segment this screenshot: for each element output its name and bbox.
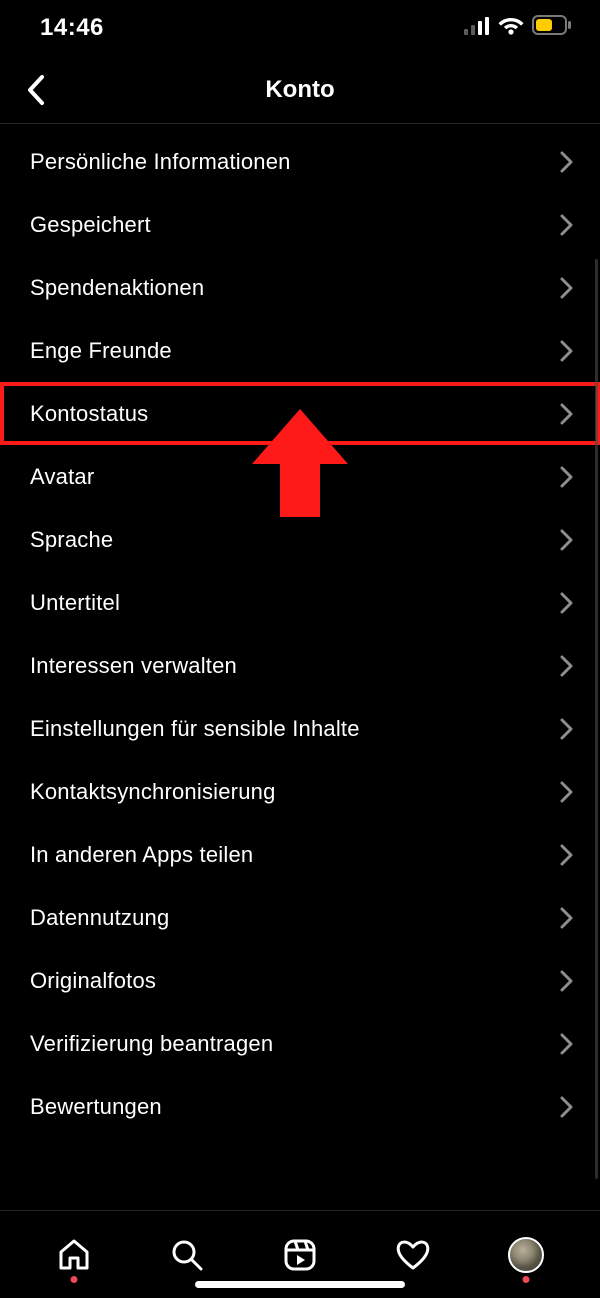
scrollbar[interactable] [595, 259, 598, 1179]
menu-row[interactable]: Kontaktsynchronisierung [0, 760, 600, 823]
menu-row-label: Interessen verwalten [30, 653, 237, 679]
menu-row[interactable]: Enge Freunde [0, 319, 600, 382]
menu-row-label: Verifizierung beantragen [30, 1031, 273, 1057]
menu-row-label: Persönliche Informationen [30, 149, 291, 175]
chevron-right-icon [560, 465, 574, 489]
menu-row[interactable]: Verifizierung beantragen [0, 1012, 600, 1075]
chevron-right-icon [560, 969, 574, 993]
menu-row[interactable]: Interessen verwalten [0, 634, 600, 697]
chevron-right-icon [560, 1032, 574, 1056]
menu-row[interactable]: Bewertungen [0, 1075, 600, 1138]
menu-row[interactable]: Avatar [0, 445, 600, 508]
search-icon [170, 1238, 204, 1272]
chevron-right-icon [560, 780, 574, 804]
chevron-right-icon [560, 654, 574, 678]
settings-list: Persönliche Informationen Gespeichert Spen… [0, 124, 600, 1210]
menu-row[interactable]: Spendenaktionen [0, 256, 600, 319]
menu-row[interactable]: Persönliche Informationen [0, 130, 600, 193]
chevron-right-icon [560, 402, 574, 426]
back-button[interactable] [14, 68, 58, 112]
chevron-right-icon [560, 339, 574, 363]
menu-row-label: In anderen Apps teilen [30, 842, 253, 868]
menu-row[interactable]: In anderen Apps teilen [0, 823, 600, 886]
menu-row-label: Kontostatus [30, 401, 148, 427]
menu-row-label: Avatar [30, 464, 94, 490]
chevron-right-icon [560, 591, 574, 615]
status-bar: 14:46 [0, 0, 600, 56]
menu-row-label: Spendenaktionen [30, 275, 204, 301]
menu-row-label: Sprache [30, 527, 113, 553]
menu-row[interactable]: Untertitel [0, 571, 600, 634]
tab-reels[interactable] [270, 1225, 330, 1285]
menu-row[interactable]: Kontostatus [0, 382, 600, 445]
page-title: Konto [265, 76, 334, 104]
wifi-icon [498, 14, 524, 42]
menu-row-label: Bewertungen [30, 1094, 162, 1120]
menu-row-label: Untertitel [30, 590, 120, 616]
status-time: 14:46 [40, 14, 104, 42]
notification-dot [522, 1276, 529, 1283]
tab-activity[interactable] [383, 1225, 443, 1285]
status-indicators [464, 14, 572, 42]
menu-row-label: Enge Freunde [30, 338, 172, 364]
menu-row[interactable]: Originalfotos [0, 949, 600, 1012]
cellular-icon [464, 14, 490, 42]
home-icon [57, 1238, 91, 1272]
menu-row-label: Datennutzung [30, 905, 169, 931]
reels-icon [283, 1238, 317, 1272]
menu-row[interactable]: Datennutzung [0, 886, 600, 949]
menu-row-label: Originalfotos [30, 968, 156, 994]
avatar [508, 1237, 544, 1273]
menu-row[interactable]: Einstellungen für sensible Inhalte [0, 697, 600, 760]
chevron-right-icon [560, 906, 574, 930]
tab-search[interactable] [157, 1225, 217, 1285]
menu-row-label: Kontaktsynchronisierung [30, 779, 276, 805]
menu-row[interactable]: Gespeichert [0, 193, 600, 256]
chevron-right-icon [560, 843, 574, 867]
page-header: Konto [0, 56, 600, 124]
heart-icon [395, 1238, 431, 1272]
notification-dot [71, 1276, 78, 1283]
chevron-right-icon [560, 1095, 574, 1119]
menu-row[interactable]: Sprache [0, 508, 600, 571]
battery-icon [532, 14, 572, 42]
chevron-right-icon [560, 150, 574, 174]
chevron-right-icon [560, 213, 574, 237]
menu-row-label: Gespeichert [30, 212, 151, 238]
menu-row-label: Einstellungen für sensible Inhalte [30, 716, 360, 742]
chevron-right-icon [560, 717, 574, 741]
chevron-left-icon [26, 74, 46, 106]
chevron-right-icon [560, 276, 574, 300]
tab-home[interactable] [44, 1225, 104, 1285]
chevron-right-icon [560, 528, 574, 552]
home-indicator[interactable] [195, 1281, 405, 1288]
tab-profile[interactable] [496, 1225, 556, 1285]
